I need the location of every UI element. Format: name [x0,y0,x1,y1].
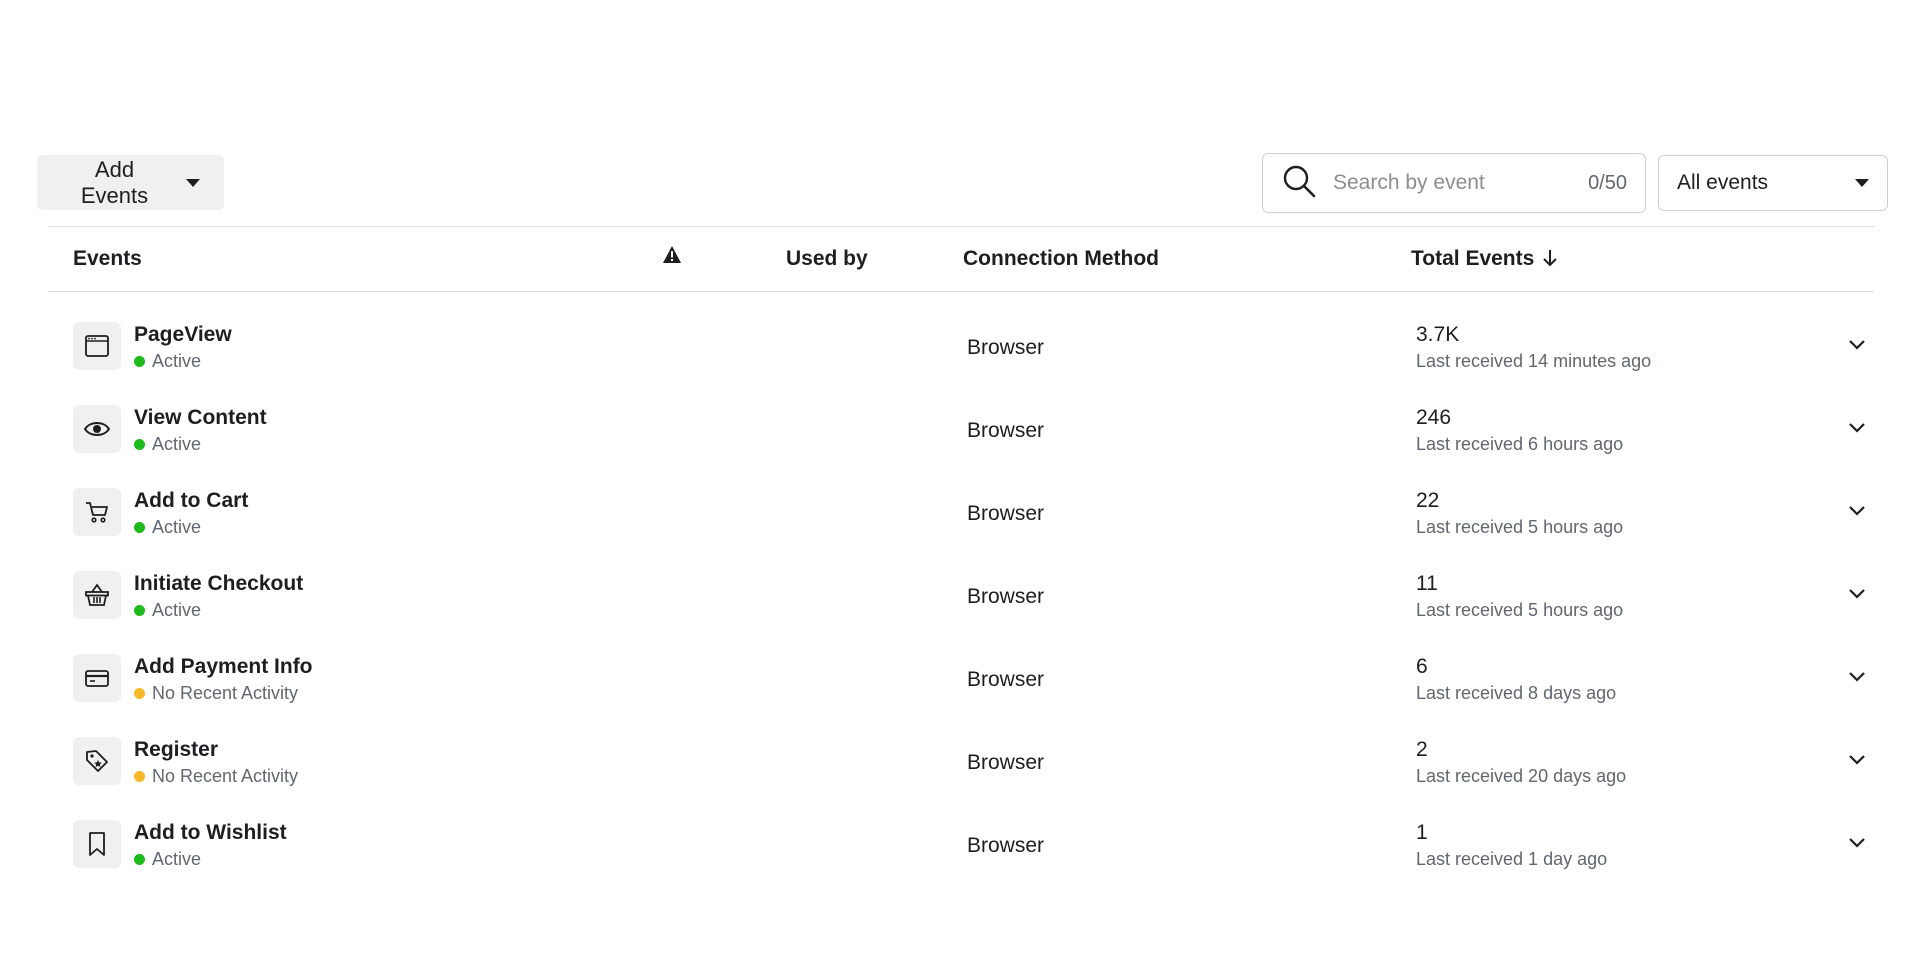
total-events-count: 22 [1416,489,1440,512]
event-icon-box [73,737,121,785]
chevron-down-icon[interactable] [1848,504,1866,522]
search-input[interactable] [1331,170,1575,196]
chevron-down-icon[interactable] [1848,421,1866,439]
add-events-label: Add Events [80,156,149,208]
search-char-counter: 0/50 [1588,171,1627,194]
last-received: Last received 5 hours ago [1416,517,1624,537]
chevron-down-icon[interactable] [1848,338,1866,356]
event-icon-box [73,654,121,702]
status-label: Active [152,849,202,869]
last-received: Last received 5 hours ago [1416,600,1624,620]
total-events-count: 11 [1416,572,1438,595]
event-icon-box [73,405,121,453]
credit-card-icon [85,670,109,687]
connection-method: Browser [967,419,1045,442]
table-row[interactable]: Add to Wishlist Active Browser 1 Last re… [48,804,1874,887]
event-status: Active [134,434,201,455]
connection-method: Browser [967,502,1045,525]
column-header-connection-method[interactable]: Connection Method [963,247,1159,271]
bookmark-icon [89,832,105,856]
event-icon-box [73,571,121,619]
basket-icon [85,583,109,606]
chevron-down-icon[interactable] [1848,753,1866,771]
chevron-down-icon[interactable] [1848,670,1866,688]
status-dot [134,854,145,865]
event-status: Active [134,351,201,372]
table-row[interactable]: Register No Recent Activity Browser 2 La… [48,721,1874,804]
status-label: No Recent Activity [152,766,299,786]
search-icon [1281,163,1317,204]
event-icon-box [73,488,121,536]
last-received: Last received 8 days ago [1416,683,1617,703]
filter-selected-value: All events [1677,171,1769,194]
status-dot [134,356,145,367]
connection-method: Browser [967,585,1045,608]
event-name: Add Payment Info [134,655,313,678]
status-label: No Recent Activity [152,683,299,703]
status-label: Active [152,351,202,371]
caret-down-icon [1855,179,1869,187]
tag-icon [86,750,108,772]
column-header-events[interactable]: Events [73,247,142,271]
total-events-count: 1 [1416,821,1428,844]
add-events-button[interactable]: Add Events [37,155,224,210]
connection-method: Browser [967,668,1045,691]
event-status: No Recent Activity [134,766,298,787]
status-label: Active [152,434,202,454]
last-received: Last received 1 day ago [1416,849,1608,869]
browser-window-icon [85,335,109,357]
event-name: Initiate Checkout [134,572,304,595]
last-received: Last received 14 minutes ago [1416,351,1652,371]
status-dot [134,439,145,450]
event-name: View Content [134,406,267,429]
event-name: Add to Wishlist [134,821,287,844]
events-table: Events Used by Connection Method Total E… [48,226,1874,887]
total-events-count: 3.7K [1416,323,1460,346]
status-dot [134,605,145,616]
eye-icon [83,422,111,436]
event-status: Active [134,849,201,870]
status-dot [134,522,145,533]
connection-method: Browser [967,751,1045,774]
table-header: Events Used by Connection Method Total E… [48,226,1874,292]
connection-method: Browser [967,834,1045,857]
caret-down-icon [186,178,200,187]
table-row[interactable]: Add Payment Info No Recent Activity Brow… [48,638,1874,721]
table-row[interactable]: Initiate Checkout Active Browser 11 Last… [48,555,1874,638]
event-icon-box [73,322,121,370]
table-body: PageView Active Browser 3.7K Last receiv… [48,292,1874,887]
event-name: PageView [134,323,232,346]
event-status: No Recent Activity [134,683,298,704]
table-row[interactable]: PageView Active Browser 3.7K Last receiv… [48,306,1874,389]
total-events-count: 6 [1416,655,1428,678]
event-name: Add to Cart [134,489,249,512]
event-status: Active [134,517,201,538]
events-toolbar: Add Events 0/50 All events [36,153,1892,213]
status-dot [134,688,145,699]
event-icon-box [73,820,121,868]
column-header-total-events[interactable]: Total Events [1411,247,1558,271]
status-dot [134,771,145,782]
status-label: Active [152,517,202,537]
cart-icon [86,502,108,523]
table-row[interactable]: Add to Cart Active Browser 22 Last recei… [48,472,1874,555]
connection-method: Browser [967,336,1045,359]
chevron-down-icon[interactable] [1848,836,1866,854]
warning-icon [662,245,682,271]
event-filter-dropdown[interactable]: All events [1658,155,1888,211]
event-status: Active [134,600,201,621]
chevron-down-icon[interactable] [1848,587,1866,605]
column-header-total-events-label: Total Events [1411,247,1535,270]
column-header-used-by[interactable]: Used by [786,247,868,271]
search-box[interactable]: 0/50 [1262,153,1646,213]
total-events-count: 246 [1416,406,1452,429]
last-received: Last received 6 hours ago [1416,434,1624,454]
total-events-count: 2 [1416,738,1428,761]
sort-descending-icon [1543,250,1557,267]
event-name: Register [134,738,219,761]
status-label: Active [152,600,202,620]
last-received: Last received 20 days ago [1416,766,1627,786]
table-row[interactable]: View Content Active Browser 246 Last rec… [48,389,1874,472]
